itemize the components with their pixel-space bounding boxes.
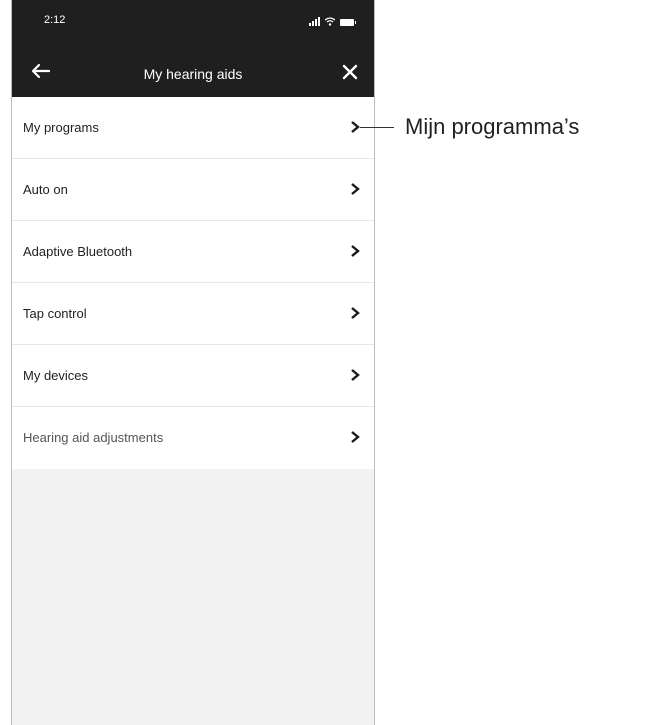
menu-item-label: My devices — [23, 368, 89, 383]
menu-list: My programs Auto on Adaptive Bluetooth T… — [12, 97, 374, 469]
battery-icon — [340, 19, 356, 26]
callout-line — [360, 127, 394, 128]
callout-label: Mijn programma’s — [405, 114, 580, 139]
chevron-right-icon — [351, 431, 360, 443]
menu-item-my-devices[interactable]: My devices — [12, 345, 374, 407]
menu-item-label: Hearing aid adjustments — [23, 430, 164, 445]
status-bar: 2:12 — [12, 0, 374, 50]
menu-item-hearing-aid-adjustments[interactable]: Hearing aid adjustments — [12, 407, 374, 469]
close-icon[interactable] — [340, 62, 360, 82]
menu-item-label: My programs — [23, 120, 99, 135]
chevron-right-icon — [351, 369, 360, 381]
chevron-right-icon — [351, 307, 360, 319]
wifi-icon — [325, 17, 335, 26]
status-time: 2:12 — [44, 14, 66, 26]
menu-item-my-programs[interactable]: My programs — [12, 97, 374, 159]
menu-item-label: Tap control — [23, 306, 87, 321]
canvas: 2:12 My hearing aids My programs Auto on… — [0, 0, 651, 725]
menu-item-adaptive-bluetooth[interactable]: Adaptive Bluetooth — [12, 221, 374, 283]
signal-icon — [309, 17, 320, 26]
page-title: My hearing aids — [143, 66, 243, 82]
menu-item-tap-control[interactable]: Tap control — [12, 283, 374, 345]
menu-item-label: Adaptive Bluetooth — [23, 244, 133, 259]
chevron-right-icon — [351, 245, 360, 257]
menu-item-label: Auto on — [23, 182, 68, 197]
status-icons — [309, 14, 356, 26]
nav-bar: My hearing aids — [12, 50, 374, 97]
phone-screen: 2:12 My hearing aids My programs Auto on… — [11, 0, 375, 725]
chevron-right-icon — [351, 183, 360, 195]
chevron-right-icon — [351, 121, 360, 133]
menu-item-auto-on[interactable]: Auto on — [12, 159, 374, 221]
